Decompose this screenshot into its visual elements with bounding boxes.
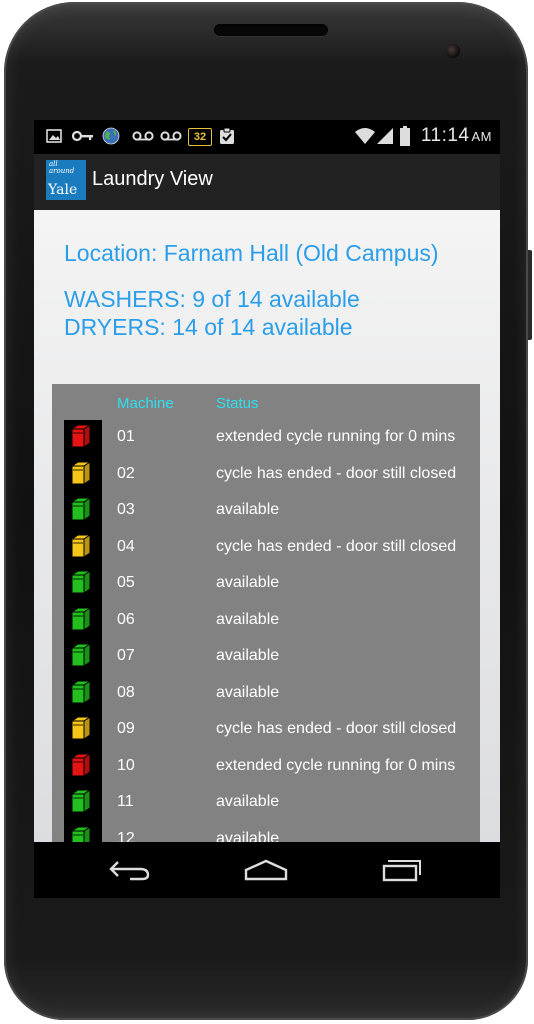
machine-status-icon [70,716,92,740]
machine-status: cycle has ended - door still closed [216,464,457,482]
machine-status-icon [70,533,92,558]
clock-ampm: AM [471,129,492,144]
machine-number: 05 [117,574,135,591]
machine-status: cycle has ended - door still closed [216,720,457,737]
machine-status: available [216,574,280,591]
machine-number: 07 [117,647,135,664]
voicemail-icon [160,126,182,146]
machine-number: 02 [117,464,135,482]
action-bar: all around Yale Laundry View [34,154,500,211]
machine-status-icon [70,606,92,631]
machine-number: 10 [117,756,135,774]
table-row[interactable]: 08 available [52,676,480,712]
machine-number: 01 [117,428,135,445]
machine-status: cycle has ended - door still closed [216,537,457,555]
location-text: Location: Farnam Hall (Old Campus) [64,240,439,266]
power-button[interactable] [528,250,532,340]
machine-status-icon [70,570,92,594]
machine-status: available [216,793,280,810]
table-row[interactable]: 06 available [52,603,480,639]
table-row[interactable]: 02 cycle has ended - door still closed [52,457,480,493]
machine-status: available [216,610,280,628]
machine-status: extended cycle running for 0 mins [216,756,456,774]
machine-table: Machine Status 01 extended cycle running … [52,384,480,842]
clipboard-check-icon [218,126,236,146]
status-column-header: Status [216,395,259,412]
battery-badge-icon: 32 [188,128,212,146]
machine-status-icon [70,825,92,842]
machine-status-icon [70,752,92,777]
machine-status: available [216,647,280,664]
content-area: Location: Farnam Hall (Old Campus) WASHE… [34,210,500,842]
status-bar: 32 11:14 AM [34,120,500,154]
machine-status-icon [70,789,92,813]
machine-number: 03 [117,501,135,518]
machine-status-icon [70,679,92,704]
table-row[interactable]: 11 available [52,785,480,821]
table-row[interactable]: 10 extended cycle running for 0 mins [52,749,480,785]
machine-status-icon [70,643,92,667]
yale-logo-icon[interactable]: all around Yale [46,160,86,200]
clock-time: 11:14 [420,125,470,146]
dryers-summary: DRYERS: 14 of 14 available [64,314,353,340]
table-row[interactable]: 05 available [52,566,480,602]
table-row[interactable]: 01 extended cycle running for 0 mins [52,420,480,456]
clock: 11:14 AM [421,125,492,147]
screen: 32 11:14 AM all around Yale Laundry View L… [34,120,500,842]
image-icon [46,126,62,146]
machine-status: available [216,829,280,843]
battery-badge-label: 32 [193,131,207,143]
machine-number: 09 [117,720,135,737]
table-row[interactable]: 07 available [52,639,480,675]
table-row[interactable]: 09 cycle has ended - door still closed [52,712,480,748]
back-icon[interactable] [100,852,160,888]
logo-big-text: Yale [48,182,78,198]
machine-column-header: Machine [117,395,174,412]
front-camera [446,44,460,58]
machine-status: available [216,501,280,518]
voicemail-icon [132,126,154,146]
home-icon[interactable] [236,852,296,888]
logo-line2: around [49,167,75,175]
globe-icon [102,126,120,146]
table-row[interactable]: 12 available [52,822,480,843]
logo-small-text: all around [49,161,74,175]
machine-status: available [216,683,280,701]
machine-number: 12 [117,829,135,843]
machine-number: 06 [117,610,135,628]
navigation-bar [34,842,500,898]
signal-icon [376,126,394,146]
wifi-icon [354,126,376,146]
earpiece-speaker [214,24,328,36]
machine-number: 04 [117,537,135,555]
key-icon [72,126,94,146]
machine-status-icon [70,424,92,448]
machine-status: extended cycle running for 0 mins [216,428,456,445]
recent-apps-icon[interactable] [372,852,432,888]
washers-summary: WASHERS: 9 of 14 available [64,286,360,312]
machine-status-icon [70,460,92,485]
table-row[interactable]: 04 cycle has ended - door still closed [52,530,480,566]
app-title: Laundry View [92,168,213,190]
battery-icon [400,126,410,146]
machine-number: 11 [117,793,134,810]
table-row[interactable]: 03 available [52,493,480,529]
machine-number: 08 [117,683,135,701]
machine-status-icon [70,497,92,521]
